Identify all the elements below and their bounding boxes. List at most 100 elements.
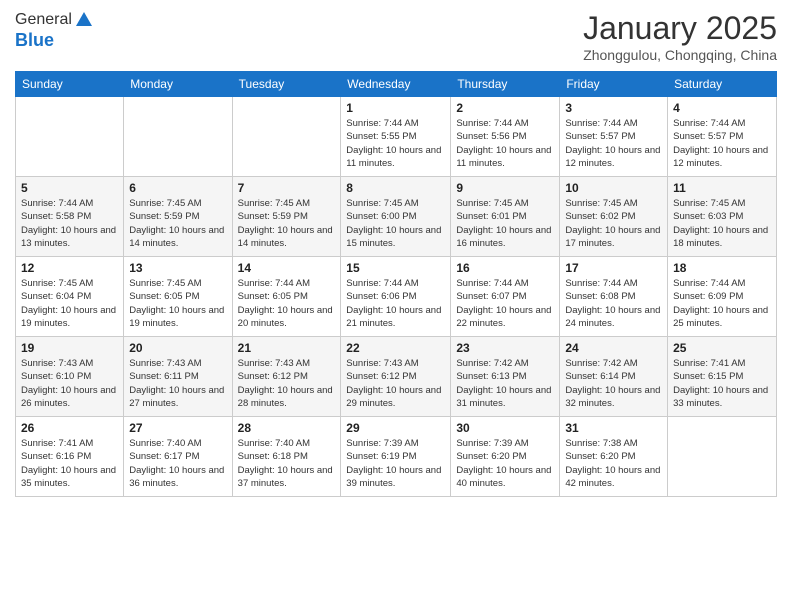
table-row: 3 Sunrise: 7:44 AM Sunset: 5:57 PM Daylig…	[560, 97, 668, 177]
day-number: 30	[456, 421, 554, 435]
day-detail: Sunrise: 7:38 AM Sunset: 6:20 PM Dayligh…	[565, 437, 662, 490]
calendar-week-row: 12 Sunrise: 7:45 AM Sunset: 6:04 PM Dayli…	[16, 257, 777, 337]
day-number: 14	[238, 261, 336, 275]
table-row: 28 Sunrise: 7:40 AM Sunset: 6:18 PM Dayli…	[232, 417, 341, 497]
month-title: January 2025	[583, 10, 777, 47]
day-number: 29	[346, 421, 445, 435]
day-detail: Sunrise: 7:42 AM Sunset: 6:14 PM Dayligh…	[565, 357, 662, 410]
calendar-table: Sunday Monday Tuesday Wednesday Thursday…	[15, 71, 777, 497]
col-saturday: Saturday	[668, 72, 777, 97]
day-number: 17	[565, 261, 662, 275]
day-number: 8	[346, 181, 445, 195]
day-number: 25	[673, 341, 771, 355]
table-row: 5 Sunrise: 7:44 AM Sunset: 5:58 PM Daylig…	[16, 177, 124, 257]
table-row: 17 Sunrise: 7:44 AM Sunset: 6:08 PM Dayli…	[560, 257, 668, 337]
day-detail: Sunrise: 7:43 AM Sunset: 6:12 PM Dayligh…	[346, 357, 445, 410]
table-row: 12 Sunrise: 7:45 AM Sunset: 6:04 PM Dayli…	[16, 257, 124, 337]
table-row	[232, 97, 341, 177]
table-row	[668, 417, 777, 497]
logo: General Blue	[15, 10, 94, 51]
day-detail: Sunrise: 7:44 AM Sunset: 5:58 PM Dayligh…	[21, 197, 118, 250]
calendar-header-row: Sunday Monday Tuesday Wednesday Thursday…	[16, 72, 777, 97]
day-number: 16	[456, 261, 554, 275]
table-row	[124, 97, 232, 177]
header: General Blue January 2025 Zhonggulou, Ch…	[15, 10, 777, 63]
day-number: 12	[21, 261, 118, 275]
logo-icon	[74, 10, 94, 30]
calendar-week-row: 26 Sunrise: 7:41 AM Sunset: 6:16 PM Dayli…	[16, 417, 777, 497]
table-row: 10 Sunrise: 7:45 AM Sunset: 6:02 PM Dayli…	[560, 177, 668, 257]
day-detail: Sunrise: 7:44 AM Sunset: 5:55 PM Dayligh…	[346, 117, 445, 170]
day-detail: Sunrise: 7:44 AM Sunset: 5:57 PM Dayligh…	[673, 117, 771, 170]
table-row: 7 Sunrise: 7:45 AM Sunset: 5:59 PM Daylig…	[232, 177, 341, 257]
day-detail: Sunrise: 7:44 AM Sunset: 6:08 PM Dayligh…	[565, 277, 662, 330]
table-row: 22 Sunrise: 7:43 AM Sunset: 6:12 PM Dayli…	[341, 337, 451, 417]
table-row: 19 Sunrise: 7:43 AM Sunset: 6:10 PM Dayli…	[16, 337, 124, 417]
day-number: 19	[21, 341, 118, 355]
col-friday: Friday	[560, 72, 668, 97]
table-row: 11 Sunrise: 7:45 AM Sunset: 6:03 PM Dayli…	[668, 177, 777, 257]
day-number: 5	[21, 181, 118, 195]
day-number: 3	[565, 101, 662, 115]
day-number: 28	[238, 421, 336, 435]
table-row	[16, 97, 124, 177]
day-number: 11	[673, 181, 771, 195]
table-row: 20Sunrise: 7:43 AM Sunset: 6:11 PM Dayli…	[124, 337, 232, 417]
day-number: 6	[129, 181, 226, 195]
table-row: 27Sunrise: 7:40 AM Sunset: 6:17 PM Dayli…	[124, 417, 232, 497]
day-detail: Sunrise: 7:39 AM Sunset: 6:19 PM Dayligh…	[346, 437, 445, 490]
table-row: 15 Sunrise: 7:44 AM Sunset: 6:06 PM Dayli…	[341, 257, 451, 337]
title-block: January 2025 Zhonggulou, Chongqing, Chin…	[583, 10, 777, 63]
table-row: 1 Sunrise: 7:44 AM Sunset: 5:55 PM Daylig…	[341, 97, 451, 177]
day-number: 10	[565, 181, 662, 195]
day-number: 15	[346, 261, 445, 275]
day-number: 1	[346, 101, 445, 115]
table-row: 21Sunrise: 7:43 AM Sunset: 6:12 PM Dayli…	[232, 337, 341, 417]
table-row: 13Sunrise: 7:45 AM Sunset: 6:05 PM Dayli…	[124, 257, 232, 337]
day-detail: Sunrise: 7:44 AM Sunset: 6:07 PM Dayligh…	[456, 277, 554, 330]
day-detail: Sunrise: 7:45 AM Sunset: 6:04 PM Dayligh…	[21, 277, 118, 330]
day-detail: Sunrise: 7:41 AM Sunset: 6:15 PM Dayligh…	[673, 357, 771, 410]
day-number: 7	[238, 181, 336, 195]
table-row: 16 Sunrise: 7:44 AM Sunset: 6:07 PM Dayli…	[451, 257, 560, 337]
day-detail: Sunrise: 7:45 AM Sunset: 6:00 PM Dayligh…	[346, 197, 445, 250]
col-sunday: Sunday	[16, 72, 124, 97]
day-number: 24	[565, 341, 662, 355]
day-detail: Sunrise: 7:42 AM Sunset: 6:13 PM Dayligh…	[456, 357, 554, 410]
page: General Blue January 2025 Zhonggulou, Ch…	[0, 0, 792, 612]
table-row: 18Sunrise: 7:44 AM Sunset: 6:09 PM Dayli…	[668, 257, 777, 337]
day-detail: Sunrise: 7:43 AM Sunset: 6:11 PM Dayligh…	[129, 357, 226, 410]
day-detail: Sunrise: 7:44 AM Sunset: 6:06 PM Dayligh…	[346, 277, 445, 330]
day-detail: Sunrise: 7:45 AM Sunset: 6:03 PM Dayligh…	[673, 197, 771, 250]
table-row: 25 Sunrise: 7:41 AM Sunset: 6:15 PM Dayli…	[668, 337, 777, 417]
table-row: 6Sunrise: 7:45 AM Sunset: 5:59 PM Daylig…	[124, 177, 232, 257]
table-row: 24 Sunrise: 7:42 AM Sunset: 6:14 PM Dayli…	[560, 337, 668, 417]
table-row: 26 Sunrise: 7:41 AM Sunset: 6:16 PM Dayli…	[16, 417, 124, 497]
logo-general-text: General	[15, 11, 72, 29]
day-detail: Sunrise: 7:45 AM Sunset: 6:01 PM Dayligh…	[456, 197, 554, 250]
calendar-week-row: 19 Sunrise: 7:43 AM Sunset: 6:10 PM Dayli…	[16, 337, 777, 417]
day-number: 26	[21, 421, 118, 435]
day-detail: Sunrise: 7:44 AM Sunset: 5:57 PM Dayligh…	[565, 117, 662, 170]
col-tuesday: Tuesday	[232, 72, 341, 97]
table-row: 30Sunrise: 7:39 AM Sunset: 6:20 PM Dayli…	[451, 417, 560, 497]
day-number: 18	[673, 261, 771, 275]
table-row: 31Sunrise: 7:38 AM Sunset: 6:20 PM Dayli…	[560, 417, 668, 497]
day-number: 27	[129, 421, 226, 435]
day-number: 22	[346, 341, 445, 355]
day-detail: Sunrise: 7:44 AM Sunset: 6:05 PM Dayligh…	[238, 277, 336, 330]
day-detail: Sunrise: 7:45 AM Sunset: 5:59 PM Dayligh…	[238, 197, 336, 250]
day-detail: Sunrise: 7:45 AM Sunset: 6:02 PM Dayligh…	[565, 197, 662, 250]
table-row: 14 Sunrise: 7:44 AM Sunset: 6:05 PM Dayli…	[232, 257, 341, 337]
table-row: 4 Sunrise: 7:44 AM Sunset: 5:57 PM Daylig…	[668, 97, 777, 177]
day-detail: Sunrise: 7:43 AM Sunset: 6:10 PM Dayligh…	[21, 357, 118, 410]
col-thursday: Thursday	[451, 72, 560, 97]
day-detail: Sunrise: 7:40 AM Sunset: 6:18 PM Dayligh…	[238, 437, 336, 490]
col-wednesday: Wednesday	[341, 72, 451, 97]
col-monday: Monday	[124, 72, 232, 97]
table-row: 8 Sunrise: 7:45 AM Sunset: 6:00 PM Daylig…	[341, 177, 451, 257]
table-row: 9Sunrise: 7:45 AM Sunset: 6:01 PM Daylig…	[451, 177, 560, 257]
table-row: 23Sunrise: 7:42 AM Sunset: 6:13 PM Dayli…	[451, 337, 560, 417]
day-number: 4	[673, 101, 771, 115]
day-detail: Sunrise: 7:41 AM Sunset: 6:16 PM Dayligh…	[21, 437, 118, 490]
